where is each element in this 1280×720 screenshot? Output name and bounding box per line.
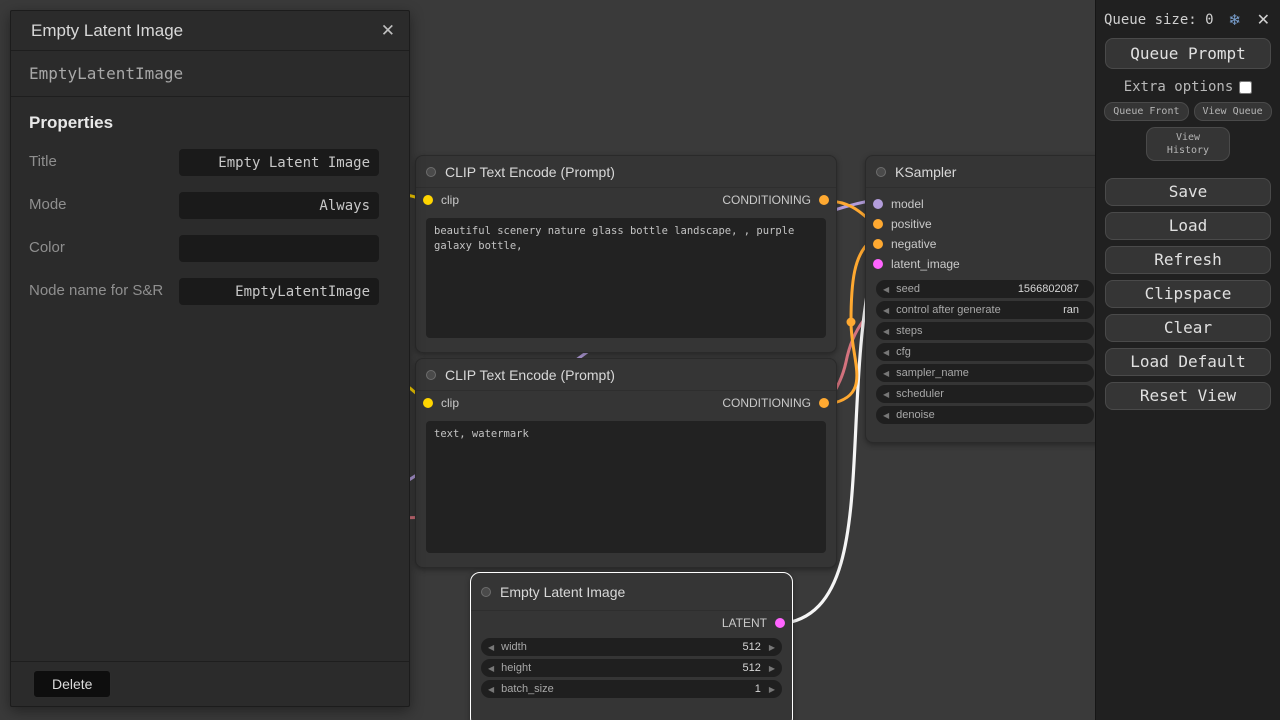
model-input-slot[interactable] [873, 199, 883, 209]
node-title: Empty Latent Image [500, 584, 625, 600]
comfy-menu-panel: Queue size: 0 ❄ ✕ Queue Prompt Extra opt… [1095, 0, 1280, 720]
negative-input-label: negative [891, 237, 936, 251]
collapse-dot-icon[interactable] [876, 167, 886, 177]
color-field[interactable] [179, 235, 379, 262]
collapse-dot-icon[interactable] [426, 167, 436, 177]
refresh-button[interactable]: Refresh [1105, 246, 1271, 274]
latent-image-input-label: latent_image [891, 257, 960, 271]
positive-input-label: positive [891, 217, 932, 231]
cfg-widget[interactable]: ◀ cfg [876, 343, 1094, 361]
control-after-generate-widget[interactable]: ◀ control after generate ran [876, 301, 1094, 319]
reset-view-button[interactable]: Reset View [1105, 382, 1271, 410]
decrement-icon[interactable]: ◀ [488, 664, 494, 673]
positive-input-slot[interactable] [873, 219, 883, 229]
dialog-title: Empty Latent Image [31, 21, 183, 41]
extra-options-label: Extra options [1124, 79, 1234, 95]
title-field[interactable] [179, 149, 379, 176]
negative-prompt-textarea[interactable]: text, watermark [426, 421, 826, 553]
batch-size-widget[interactable]: ◀ batch_size 1 ▶ [481, 680, 782, 698]
clip-input-slot[interactable] [423, 195, 433, 205]
node-title: KSampler [895, 164, 956, 180]
clipspace-button[interactable]: Clipspace [1105, 280, 1271, 308]
node-type-label: EmptyLatentImage [11, 51, 409, 97]
node-titlebar[interactable]: CLIP Text Encode (Prompt) [416, 156, 836, 188]
collapse-dot-icon[interactable] [426, 370, 436, 380]
decrement-icon[interactable]: ◀ [488, 685, 494, 694]
model-input-label: model [891, 197, 924, 211]
load-button[interactable]: Load [1105, 212, 1271, 240]
decrement-icon[interactable]: ◀ [883, 348, 889, 357]
node-clip-text-encode-positive[interactable]: CLIP Text Encode (Prompt) clip CONDITION… [415, 155, 837, 353]
decrement-icon[interactable]: ◀ [883, 390, 889, 399]
view-history-button[interactable]: View History [1146, 127, 1230, 161]
decrement-icon[interactable]: ◀ [883, 285, 889, 294]
node-ksampler[interactable]: KSampler model positive negative latent_… [865, 155, 1105, 443]
width-widget[interactable]: ◀ width 512 ▶ [481, 638, 782, 656]
save-button[interactable]: Save [1105, 178, 1271, 206]
scheduler-widget[interactable]: ◀ scheduler [876, 385, 1094, 403]
node-titlebar[interactable]: Empty Latent Image [471, 573, 792, 611]
latent-image-input-slot[interactable] [873, 259, 883, 269]
collapse-dot-icon[interactable] [481, 587, 491, 597]
close-icon[interactable]: ✕ [381, 21, 395, 41]
queue-size-label: Queue size: 0 [1104, 12, 1214, 28]
seed-widget[interactable]: ◀ seed 1566802087 [876, 280, 1094, 298]
clip-input-label: clip [441, 396, 459, 410]
increment-icon[interactable]: ▶ [769, 643, 775, 652]
steps-widget[interactable]: ◀ steps [876, 322, 1094, 340]
height-widget[interactable]: ◀ height 512 ▶ [481, 659, 782, 677]
properties-heading: Properties [29, 113, 391, 133]
mode-field[interactable] [179, 192, 379, 219]
decrement-icon[interactable]: ◀ [883, 411, 889, 420]
node-name-field-label: Node name for S&R [29, 281, 163, 301]
sampler-name-widget[interactable]: ◀ sampler_name [876, 364, 1094, 382]
denoise-widget[interactable]: ◀ denoise [876, 406, 1094, 424]
conditioning-output-slot[interactable] [819, 398, 829, 408]
queue-front-button[interactable]: Queue Front [1104, 102, 1188, 121]
clip-input-label: clip [441, 193, 459, 207]
negative-input-slot[interactable] [873, 239, 883, 249]
decrement-icon[interactable]: ◀ [883, 369, 889, 378]
field-row-title: Title [11, 141, 409, 184]
conditioning-output-slot[interactable] [819, 195, 829, 205]
clip-input-slot[interactable] [423, 398, 433, 408]
increment-icon[interactable]: ▶ [769, 685, 775, 694]
decrement-icon[interactable]: ◀ [488, 643, 494, 652]
title-field-label: Title [29, 152, 57, 172]
clear-button[interactable]: Clear [1105, 314, 1271, 342]
increment-icon[interactable]: ▶ [769, 664, 775, 673]
decrement-icon[interactable]: ◀ [883, 327, 889, 336]
node-titlebar[interactable]: KSampler [866, 156, 1104, 188]
field-row-node-name: Node name for S&R [11, 270, 409, 313]
node-empty-latent-image[interactable]: Empty Latent Image LATENT ◀ width 512 ▶ … [470, 572, 793, 720]
node-name-field[interactable] [179, 278, 379, 305]
mode-field-label: Mode [29, 195, 67, 215]
settings-snowflake-icon[interactable]: ❄ [1228, 11, 1241, 29]
load-default-button[interactable]: Load Default [1105, 348, 1271, 376]
field-row-mode: Mode [11, 184, 409, 227]
field-row-color: Color [11, 227, 409, 270]
node-titlebar[interactable]: CLIP Text Encode (Prompt) [416, 359, 836, 391]
queue-prompt-button[interactable]: Queue Prompt [1105, 38, 1271, 69]
node-title: CLIP Text Encode (Prompt) [445, 164, 615, 180]
close-icon[interactable]: ✕ [1257, 10, 1270, 30]
positive-prompt-textarea[interactable]: beautiful scenery nature glass bottle la… [426, 218, 826, 338]
delete-button[interactable]: Delete [33, 670, 111, 698]
conditioning-output-label: CONDITIONING [722, 396, 811, 410]
latent-output-slot[interactable] [775, 618, 785, 628]
view-queue-button[interactable]: View Queue [1194, 102, 1272, 121]
extra-options-checkbox[interactable] [1239, 81, 1252, 94]
color-field-label: Color [29, 238, 65, 258]
conditioning-output-label: CONDITIONING [722, 193, 811, 207]
latent-output-label: LATENT [722, 616, 767, 630]
link-midpoint-dot [847, 318, 856, 327]
node-title: CLIP Text Encode (Prompt) [445, 367, 615, 383]
node-clip-text-encode-negative[interactable]: CLIP Text Encode (Prompt) clip CONDITION… [415, 358, 837, 568]
properties-panel: Empty Latent Image ✕ EmptyLatentImage Pr… [10, 10, 410, 707]
decrement-icon[interactable]: ◀ [883, 306, 889, 315]
